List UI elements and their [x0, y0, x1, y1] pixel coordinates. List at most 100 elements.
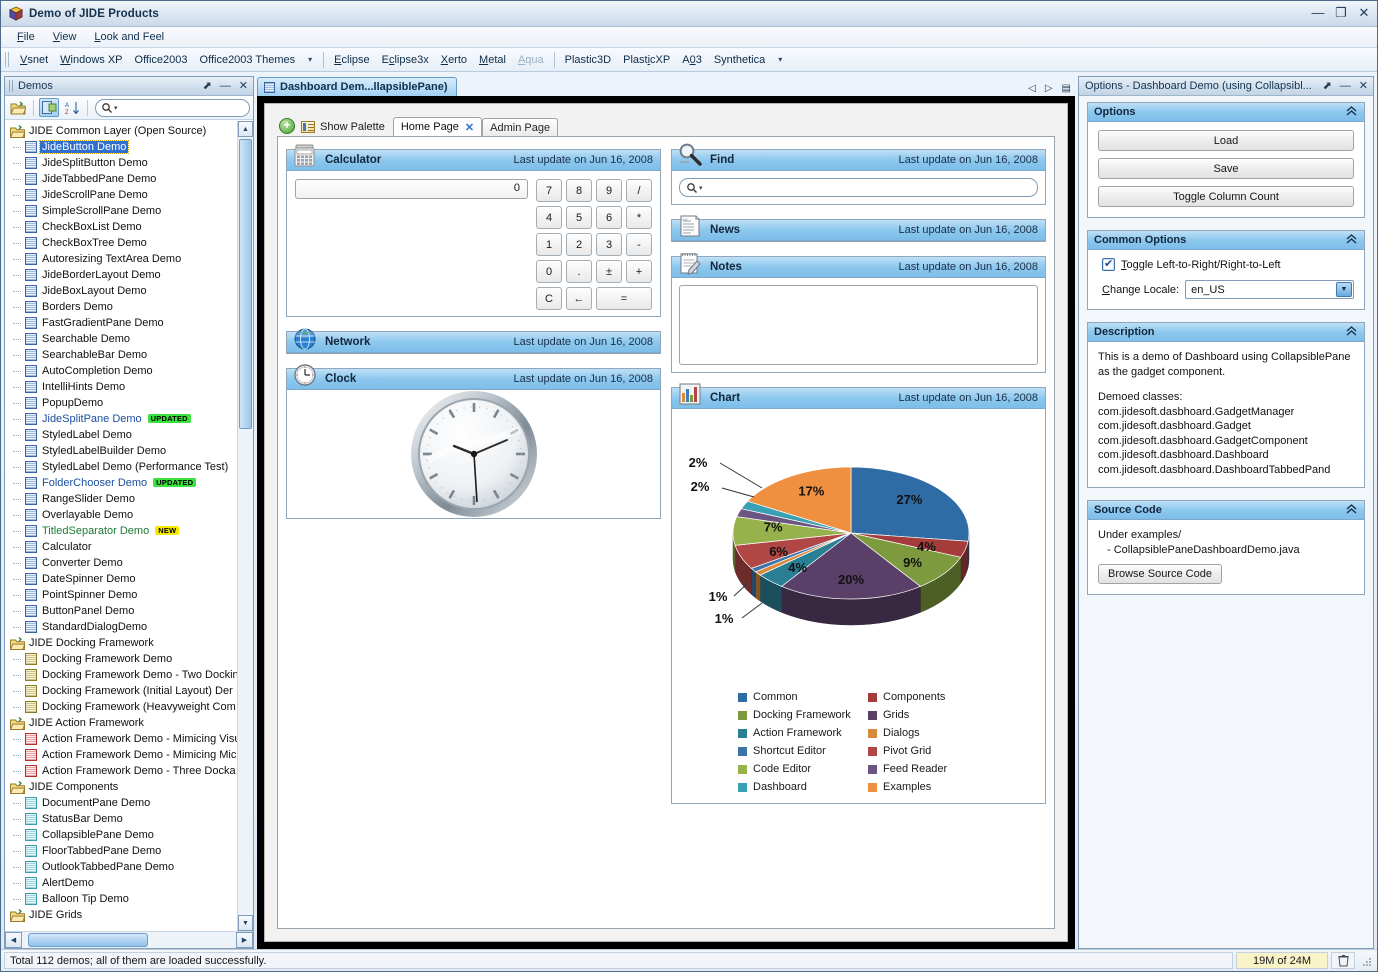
calculator-display[interactable]: 0: [295, 179, 528, 199]
lnf-overflow-arrow[interactable]: ▾: [301, 55, 319, 64]
menu-look-and-feel[interactable]: Look and Feel: [86, 29, 172, 45]
save-button[interactable]: Save: [1098, 158, 1354, 179]
show-palette-icon[interactable]: [301, 121, 315, 133]
lnf-button-eclipse3x[interactable]: Eclipse3x: [376, 52, 435, 68]
tree-item[interactable]: JideSplitButton Demo: [5, 155, 237, 171]
float-icon[interactable]: ⬈: [1323, 79, 1332, 93]
tree-folder[interactable]: JIDE Components: [5, 779, 237, 795]
lnf-button-metal[interactable]: Metal: [473, 52, 512, 68]
calc-key-dot[interactable]: .: [566, 260, 592, 283]
collapsible-options-header[interactable]: Options: [1088, 103, 1364, 122]
chevron-up-icon[interactable]: [1345, 325, 1358, 339]
tree-item[interactable]: ButtonPanel Demo: [5, 603, 237, 619]
show-palette-label[interactable]: Show Palette: [320, 121, 385, 133]
maximize-button[interactable]: ❐: [1334, 5, 1348, 19]
tree-folder[interactable]: JIDE Grids: [5, 907, 237, 923]
calc-key-divide[interactable]: /: [626, 179, 652, 202]
find-search-input[interactable]: ▾: [679, 178, 1038, 197]
gadget-network-header[interactable]: Network Last update on Jun 16, 2008: [287, 328, 660, 353]
calc-key-3[interactable]: 3: [596, 233, 622, 256]
memory-status[interactable]: 19M of 24M: [1236, 952, 1328, 969]
tree-item[interactable]: Overlayable Demo: [5, 507, 237, 523]
tree-folder[interactable]: JIDE Action Framework: [5, 715, 237, 731]
tab-list-icon[interactable]: ▤: [1062, 83, 1071, 94]
calc-key-multiply[interactable]: *: [626, 206, 652, 229]
lnf-button-eclipse[interactable]: Eclipse: [328, 52, 375, 68]
float-icon[interactable]: ⬈: [203, 79, 212, 93]
tree-item[interactable]: TitledSeparator Demo NEW: [5, 523, 237, 539]
tree-item[interactable]: Searchable Demo: [5, 331, 237, 347]
tree-item[interactable]: FastGradientPane Demo: [5, 315, 237, 331]
tree-item[interactable]: StyledLabel Demo (Performance Test): [5, 459, 237, 475]
tree-item[interactable]: RangeSlider Demo: [5, 491, 237, 507]
tree-folder[interactable]: JIDE Common Layer (Open Source): [5, 123, 237, 139]
calc-key-backspace[interactable]: ←: [566, 287, 592, 310]
tree-item[interactable]: JideBoxLayout Demo: [5, 283, 237, 299]
demos-search-input[interactable]: ▾: [95, 98, 250, 117]
tab-home-page[interactable]: Home Page ✕: [392, 117, 483, 136]
lnf-button-a03[interactable]: A03: [676, 52, 708, 68]
scroll-up-button[interactable]: ▲: [238, 121, 253, 137]
tree-item[interactable]: Docking Framework Demo - Two Dockin: [5, 667, 237, 683]
close-button[interactable]: ✕: [1357, 5, 1371, 19]
tree-item[interactable]: DocumentPane Demo: [5, 795, 237, 811]
trash-icon[interactable]: [1331, 952, 1355, 969]
menu-file[interactable]: File: [9, 29, 43, 45]
tree-horizontal-scrollbar[interactable]: ◀ ▶: [5, 931, 253, 948]
chevron-down-icon[interactable]: ▼: [1336, 282, 1352, 297]
tree-item[interactable]: Action Framework Demo - Mimicing Micr: [5, 747, 237, 763]
tree-item[interactable]: Action Framework Demo - Three Docka: [5, 763, 237, 779]
toggle-ltr-rtl-checkbox[interactable]: [1102, 257, 1115, 271]
open-folder-icon[interactable]: [8, 98, 28, 117]
calc-key-equals[interactable]: =: [596, 287, 652, 310]
tree-item[interactable]: JideButton Demo: [5, 139, 237, 155]
scroll-left-button[interactable]: ◀: [5, 932, 22, 948]
lnf-button-vsnet[interactable]: Vsnet: [14, 52, 54, 68]
demos-pane-grip[interactable]: [9, 80, 13, 92]
scroll-track[interactable]: [238, 137, 253, 915]
close-icon[interactable]: ✕: [239, 79, 248, 93]
lnf-button-plastic3d[interactable]: Plastic3D: [559, 52, 617, 68]
tree-item[interactable]: Converter Demo: [5, 555, 237, 571]
minimize-icon[interactable]: —: [220, 79, 231, 93]
lnf-button-plasticxp[interactable]: PlasticXP: [617, 52, 676, 68]
tree-item[interactable]: StandardDialogDemo: [5, 619, 237, 635]
load-button[interactable]: Load: [1098, 130, 1354, 151]
calc-key-6[interactable]: 6: [596, 206, 622, 229]
resize-grip[interactable]: [1358, 952, 1374, 969]
calc-key-1[interactable]: 1: [536, 233, 562, 256]
collapsible-description-header[interactable]: Description: [1088, 323, 1364, 342]
tree-item[interactable]: Action Framework Demo - Mimicing Visu: [5, 731, 237, 747]
gadget-news-header[interactable]: News Last update on Jun 16, 2008: [672, 215, 1045, 241]
tree-vertical-scrollbar[interactable]: ▲ ▼: [237, 121, 253, 931]
calc-key-minus[interactable]: -: [626, 233, 652, 256]
scroll-down-button[interactable]: ▼: [238, 915, 253, 931]
lnf-button-office2003[interactable]: Office2003: [129, 52, 194, 68]
collapsible-common-options-header[interactable]: Common Options: [1088, 231, 1364, 250]
calc-key-plusminus[interactable]: ±: [596, 260, 622, 283]
chevron-up-icon[interactable]: [1345, 105, 1358, 119]
browse-source-code-button[interactable]: Browse Source Code: [1098, 564, 1222, 584]
tree-item[interactable]: JideSplitPane Demo UPDATED: [5, 411, 237, 427]
toggle-column-count-button[interactable]: Toggle Column Count: [1098, 186, 1354, 207]
gadget-notes-header[interactable]: Notes Last update on Jun 16, 2008: [672, 253, 1045, 278]
tree-item[interactable]: Balloon Tip Demo: [5, 891, 237, 907]
gadget-calculator-header[interactable]: Calculator Last update on Jun 16, 2008: [287, 144, 660, 171]
calc-key-9[interactable]: 9: [596, 179, 622, 202]
calc-key-plus[interactable]: +: [626, 260, 652, 283]
add-gadget-icon[interactable]: +: [279, 118, 295, 134]
calc-key-4[interactable]: 4: [536, 206, 562, 229]
close-icon[interactable]: ✕: [1359, 79, 1368, 93]
tab-home-page-close-icon[interactable]: ✕: [465, 121, 474, 134]
calc-key-0[interactable]: 0: [536, 260, 562, 283]
tree-item[interactable]: FloorTabbedPane Demo: [5, 843, 237, 859]
collapsible-source-code-header[interactable]: Source Code: [1088, 501, 1364, 520]
tab-admin-page[interactable]: Admin Page: [482, 118, 559, 136]
tree-item[interactable]: StatusBar Demo: [5, 811, 237, 827]
tree-item[interactable]: AutoCompletion Demo: [5, 363, 237, 379]
tree-item[interactable]: Autoresizing TextArea Demo: [5, 251, 237, 267]
calc-key-7[interactable]: 7: [536, 179, 562, 202]
lnf-button-office2003-themes[interactable]: Office2003 Themes: [194, 52, 302, 68]
gadget-clock-header[interactable]: Clock Last update on Jun 16, 2008: [287, 364, 660, 390]
calc-key-2[interactable]: 2: [566, 233, 592, 256]
